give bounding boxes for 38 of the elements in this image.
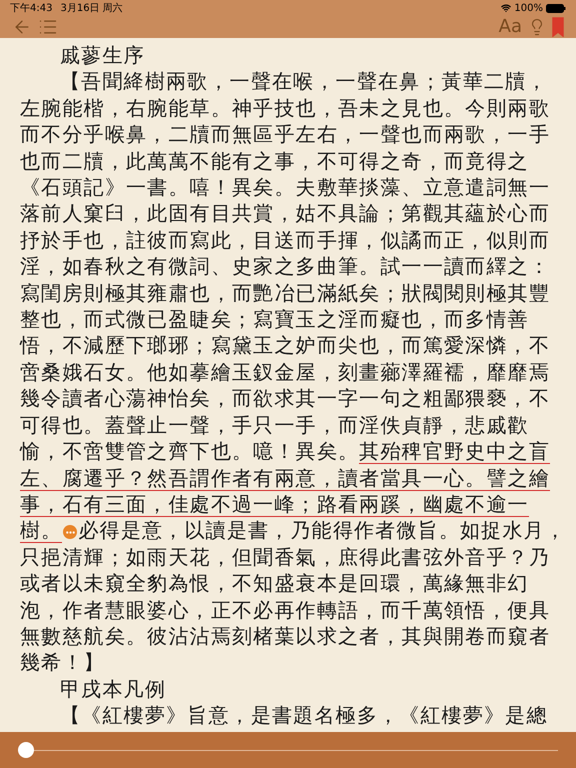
text-line: 可得也。蓋聲止一聲，手只一手，而淫佚貞靜，悲戚歡 [20,412,529,437]
battery-percent: 100% [514,2,543,16]
status-date: 3月16日 周六 [60,2,123,16]
text-line: 左腕能楷，右腕能草。神乎技也，吾未之見也。今則兩歌 [20,96,550,120]
text-line: 【《紅樓夢》旨意，是書題名極多，《紅樓夢》是總 [60,703,548,728]
status-time: 下午4:43 [10,2,52,16]
text-line: 幾希！】 [20,650,105,674]
text-line: 【吾聞絳樹兩歌，一聲在喉，一聲在鼻；黃華二牘， [60,69,548,94]
more-handle-icon[interactable] [63,525,78,540]
battery-icon [546,4,566,12]
text-line: 抒於手也，註彼而寫此，目送而手揮，似譎而正，似則而 [20,228,550,252]
text-line: 無數慈航矣。彼沾沾焉刻楮葉以求之者，其與開卷而窺者 [20,624,550,648]
font-button[interactable]: Aa [498,18,522,36]
text-line: 整也，而式微已盈睫矣；寫寶玉之淫而癡也，而多情善 [20,307,529,332]
progress-slider[interactable] [18,741,558,759]
text-line: 啻桑娥石女。他如摹繪玉釵金屋，刻畫薌澤羅襦，靡靡焉 [20,360,550,384]
text-line: 愉，不啻雙管之齊下也。噫！異矣。 [20,439,360,464]
text-line: 戚蓼生序 [60,43,145,67]
text-line: 落前人窠臼，此固有目共賞，姑不具論；第觀其蘊於心而 [20,201,550,226]
text-line: 幾令讀者心蕩神怡矣，而欲求其一字一句之粗鄙猥褻，不 [20,386,550,410]
text-line: 也而二牘，此萬萬不能有之事，不可得之奇，而竟得之 [20,148,529,173]
slider-thumb[interactable] [18,742,34,758]
text-line: 必得是意，以讀是書，乃能得作者微旨。如捉水月， [78,518,566,542]
text-line: 《石頭記》一書。嘻！異矣。夫敷華掞藻、立意遣詞無一 [20,175,550,200]
wifi-icon [501,3,512,13]
underlined-text: 事，石有三面，佳處不過一峰；路看兩蹊，幽處不逾一 [20,492,529,517]
text-line: 泡，作者慧眼婆心，正不必再作轉語，而千萬領悟，便具 [20,598,550,622]
text-line: 淫，如春秋之有微詞、史家之多曲筆。試一一讀而繹之： [20,254,550,278]
text-line: 悟，不減歷下瑯琊；寫黛玉之妒而尖也，而篤愛深憐，不 [20,333,550,358]
text-line: 或者以未窺全豹為恨，不知盛衰本是回環，萬緣無非幻 [20,571,529,596]
underlined-text: 左、腐遷乎？然吾謂作者有兩意，讀者當具一心。譬之繪 [20,466,550,490]
text-line: 寫閨房則極其雍肅也，而艷冶已滿紙矣；狀閥閱則極其豐 [20,280,550,305]
bookmark-button[interactable] [552,17,564,37]
text-line: 甲戌本凡例 [60,676,166,701]
underlined-text: 其殆稗官野史中之盲 [359,439,550,464]
text-line: 只挹清輝；如雨天花，但聞香氣，庶得此書弦外音乎？乃 [20,544,550,569]
text-line: 而不分乎喉鼻，二牘而無區乎左右，一聲也而兩歌，一手 [20,122,550,146]
underlined-text: 樹。 [20,518,62,544]
